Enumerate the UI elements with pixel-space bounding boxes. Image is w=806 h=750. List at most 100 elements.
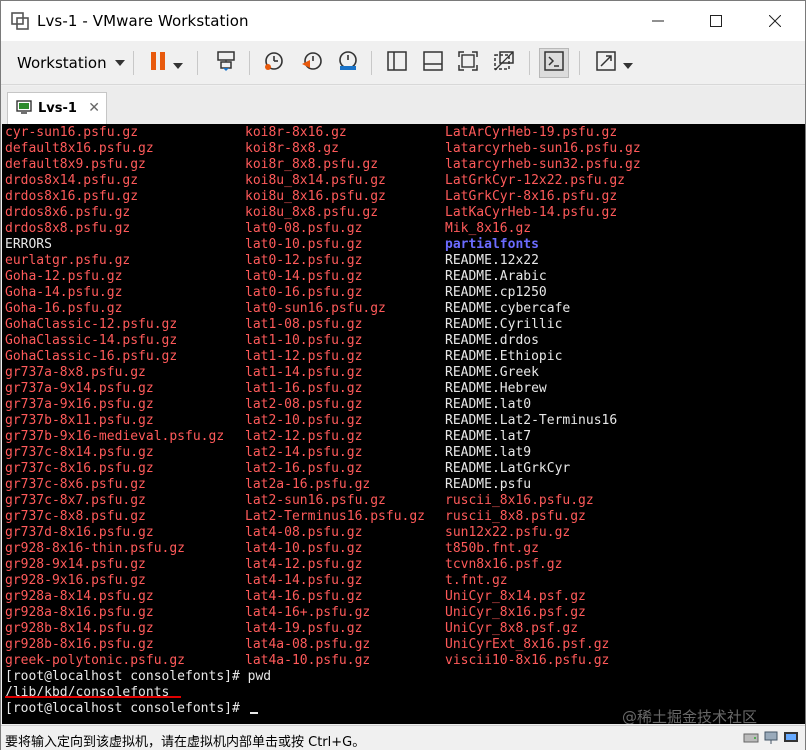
snapshot-take-icon xyxy=(263,50,285,76)
file-entry: lat0-sun16.psfu.gz xyxy=(245,301,386,316)
thumbnail-bar-button[interactable] xyxy=(418,48,448,78)
file-entry: gr928-9x16.psfu.gz xyxy=(5,573,146,588)
file-entry: README.lat9 xyxy=(445,445,532,460)
file-entry: GohaClassic-14.psfu.gz xyxy=(5,333,178,348)
prompt-text: [root@localhost consolefonts]# xyxy=(5,701,248,716)
full-screen-button[interactable] xyxy=(453,48,483,78)
prompt-line-current: [root@localhost consolefonts]# xyxy=(5,701,258,717)
send-ctrl-alt-del-button[interactable] xyxy=(211,48,241,78)
file-entry: README.Lat2-Terminus16 xyxy=(445,413,618,428)
file-entry: README.psfu xyxy=(445,477,532,492)
file-entry: README.drdos xyxy=(445,333,539,348)
file-column-3: LatArCyrHeb-19.psfu.gz latarcyrheb-sun16.… xyxy=(445,125,641,669)
file-entry: ruscii_8x16.psfu.gz xyxy=(445,493,594,508)
file-entry: README.lat0 xyxy=(445,397,532,412)
file-entry: drdos8x16.psfu.gz xyxy=(5,189,139,204)
file-entry: default8x9.psfu.gz xyxy=(5,157,146,172)
file-entry: gr928a-8x16.psfu.gz xyxy=(5,605,154,620)
sidebar-toggle-icon xyxy=(386,50,408,76)
file-entry: lat4a-10.psfu.gz xyxy=(245,653,371,668)
file-entry: gr737b-9x16-medieval.psfu.gz xyxy=(5,429,225,444)
tab-label: Lvs-1 xyxy=(38,101,77,116)
file-entry: gr737c-8x14.psfu.gz xyxy=(5,445,154,460)
file-entry: ERRORS xyxy=(5,237,52,252)
maximize-button[interactable] xyxy=(687,1,745,41)
stretch-guest-button[interactable] xyxy=(591,48,621,78)
file-entry: gr928b-8x16.psfu.gz xyxy=(5,637,154,652)
file-entry: lat2-sun16.psfu.gz xyxy=(245,493,386,508)
network-icon[interactable] xyxy=(763,730,779,750)
file-entry: lat2a-16.psfu.gz xyxy=(245,477,371,492)
toolbar-divider xyxy=(197,51,198,75)
file-entry: gr737c-8x16.psfu.gz xyxy=(5,461,154,476)
file-entry: cyr-sun16.psfu.gz xyxy=(5,125,139,140)
red-underline-annotation xyxy=(5,696,181,698)
file-entry: drdos8x8.psfu.gz xyxy=(5,221,131,236)
file-entry: lat0-14.psfu.gz xyxy=(245,269,363,284)
hard-disk-icon[interactable] xyxy=(743,730,759,750)
file-entry: lat4-16.psfu.gz xyxy=(245,589,363,604)
stretch-dropdown[interactable] xyxy=(619,48,637,78)
file-entry: gr928-9x14.psfu.gz xyxy=(5,557,146,572)
file-entry: GohaClassic-16.psfu.gz xyxy=(5,349,178,364)
file-entry: lat4-12.psfu.gz xyxy=(245,557,363,572)
pause-icon xyxy=(149,51,167,75)
file-entry: lat4-16+.psfu.gz xyxy=(245,605,371,620)
console-view-button[interactable] xyxy=(539,48,569,78)
file-entry: gr737d-8x16.psfu.gz xyxy=(5,525,154,540)
title-bar: Lvs-1 - VMware Workstation xyxy=(1,1,805,41)
toolbar-divider xyxy=(133,51,134,75)
vmware-window: Lvs-1 - VMware Workstation Workstation L… xyxy=(0,0,806,750)
display-icon[interactable] xyxy=(783,730,799,750)
send-ctrl-alt-del-icon xyxy=(215,50,237,76)
file-entry: README.LatGrkCyr xyxy=(445,461,571,476)
chevron-down-icon xyxy=(173,54,183,73)
file-entry: gr737a-9x16.psfu.gz xyxy=(5,397,154,412)
take-snapshot-button[interactable] xyxy=(259,48,289,78)
pause-dropdown[interactable] xyxy=(169,48,187,78)
file-entry: koi8r-8x16.gz xyxy=(245,125,347,140)
file-entry: t850b.fnt.gz xyxy=(445,541,539,556)
minimize-button[interactable] xyxy=(629,1,687,41)
file-entry: UniCyr_8x8.psf.gz xyxy=(445,621,579,636)
file-entry: UniCyr_8x16.psf.gz xyxy=(445,605,586,620)
prompt-line: [root@localhost consolefonts]# pwd xyxy=(5,669,272,684)
file-entry: gr928b-8x14.psfu.gz xyxy=(5,621,154,636)
toolbar-divider xyxy=(249,51,250,75)
file-entry: gr928-8x16-thin.psfu.gz xyxy=(5,541,186,556)
file-column-1: cyr-sun16.psfu.gz default8x16.psfu.gz defa… xyxy=(5,125,224,669)
file-entry: sun12x22.psfu.gz xyxy=(445,525,571,540)
vm-console[interactable]: cyr-sun16.psfu.gz default8x16.psfu.gz defa… xyxy=(2,124,805,724)
file-entry: Goha-16.psfu.gz xyxy=(5,301,123,316)
close-button[interactable] xyxy=(746,1,804,41)
file-column-2: koi8r-8x16.gz koi8r-8x8.gz koi8r_8x8.psfu.… xyxy=(245,125,425,669)
unity-icon xyxy=(493,50,515,76)
tab-close-icon[interactable]: ✕ xyxy=(88,101,100,115)
file-entry: koi8r-8x8.gz xyxy=(245,141,339,156)
file-entry: README.12x22 xyxy=(445,253,539,268)
snapshot-manager-button[interactable] xyxy=(333,48,363,78)
workstation-menu[interactable]: Workstation xyxy=(9,49,131,77)
file-entry: README.Arabic xyxy=(445,269,547,284)
file-entry: README.cp1250 xyxy=(445,285,547,300)
file-entry: lat1-12.psfu.gz xyxy=(245,349,363,364)
status-bar: 要将输入定向到该虚拟机，请在虚拟机内部单击或按 Ctrl+G。 xyxy=(1,725,805,750)
file-entry: lat0-16.psfu.gz xyxy=(245,285,363,300)
file-entry: latarcyrheb-sun32.psfu.gz xyxy=(445,157,641,172)
file-entry: lat2-08.psfu.gz xyxy=(245,397,363,412)
sidebar-toggle-button[interactable] xyxy=(382,48,412,78)
file-entry: lat0-08.psfu.gz xyxy=(245,221,363,236)
file-entry: lat4a-08.psfu.gz xyxy=(245,637,371,652)
file-entry: lat2-14.psfu.gz xyxy=(245,445,363,460)
unity-button[interactable] xyxy=(489,48,519,78)
file-entry: lat2-16.psfu.gz xyxy=(245,461,363,476)
file-entry: README.Hebrew xyxy=(445,381,547,396)
toolbar-divider xyxy=(371,51,372,75)
file-entry: lat0-10.psfu.gz xyxy=(245,237,363,252)
toolbar-divider xyxy=(529,51,530,75)
revert-snapshot-button[interactable] xyxy=(297,48,327,78)
file-entry: GohaClassic-12.psfu.gz xyxy=(5,317,178,332)
tab-lvs-1[interactable]: Lvs-1 ✕ xyxy=(7,92,107,124)
file-entry: lat4-19.psfu.gz xyxy=(245,621,363,636)
file-entry: UniCyr_8x14.psf.gz xyxy=(445,589,586,604)
